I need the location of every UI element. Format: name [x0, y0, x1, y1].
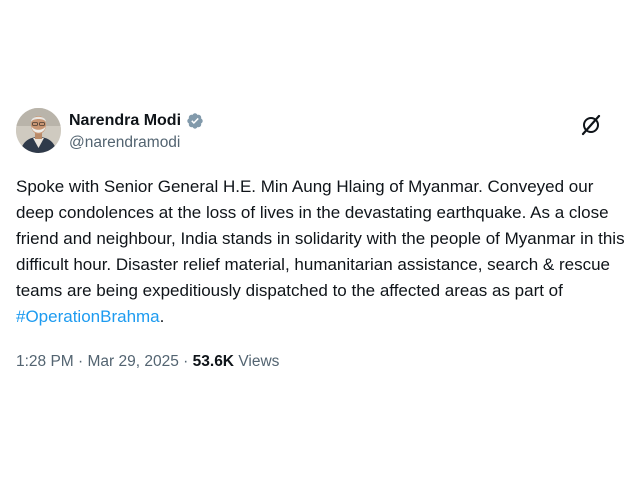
- grok-icon[interactable]: [580, 114, 602, 136]
- views-label: Views: [234, 353, 280, 370]
- tweet-body-end: .: [159, 307, 165, 326]
- views-count: 53.6K: [192, 353, 235, 370]
- display-name[interactable]: Narendra Modi: [69, 112, 181, 130]
- avatar[interactable]: [16, 108, 61, 153]
- verified-badge-icon[interactable]: [186, 112, 204, 130]
- tweet-body: Spoke with Senior General H.E. Min Aung …: [16, 177, 625, 300]
- tweet-card[interactable]: Narendra Modi @narendramodi Spoke with S…: [0, 95, 640, 385]
- meta-separator: ·: [73, 353, 88, 370]
- name-row: Narendra Modi: [69, 110, 204, 132]
- tweet-metadata: 1:28 PM · Mar 29, 2025 · 53.6K Views: [16, 353, 279, 371]
- tweet-date[interactable]: Mar 29, 2025: [88, 353, 179, 370]
- page-background: Narendra Modi @narendramodi Spoke with S…: [0, 0, 640, 480]
- profile-photo-icon: [16, 108, 61, 153]
- hashtag-link[interactable]: #OperationBrahma: [16, 307, 160, 326]
- meta-separator-2: ·: [178, 353, 193, 370]
- author-handle[interactable]: @narendramodi: [69, 134, 204, 152]
- tweet-text: Spoke with Senior General H.E. Min Aung …: [16, 174, 630, 330]
- tweet-time[interactable]: 1:28 PM: [16, 353, 74, 370]
- author-info: Narendra Modi @narendramodi: [69, 110, 204, 152]
